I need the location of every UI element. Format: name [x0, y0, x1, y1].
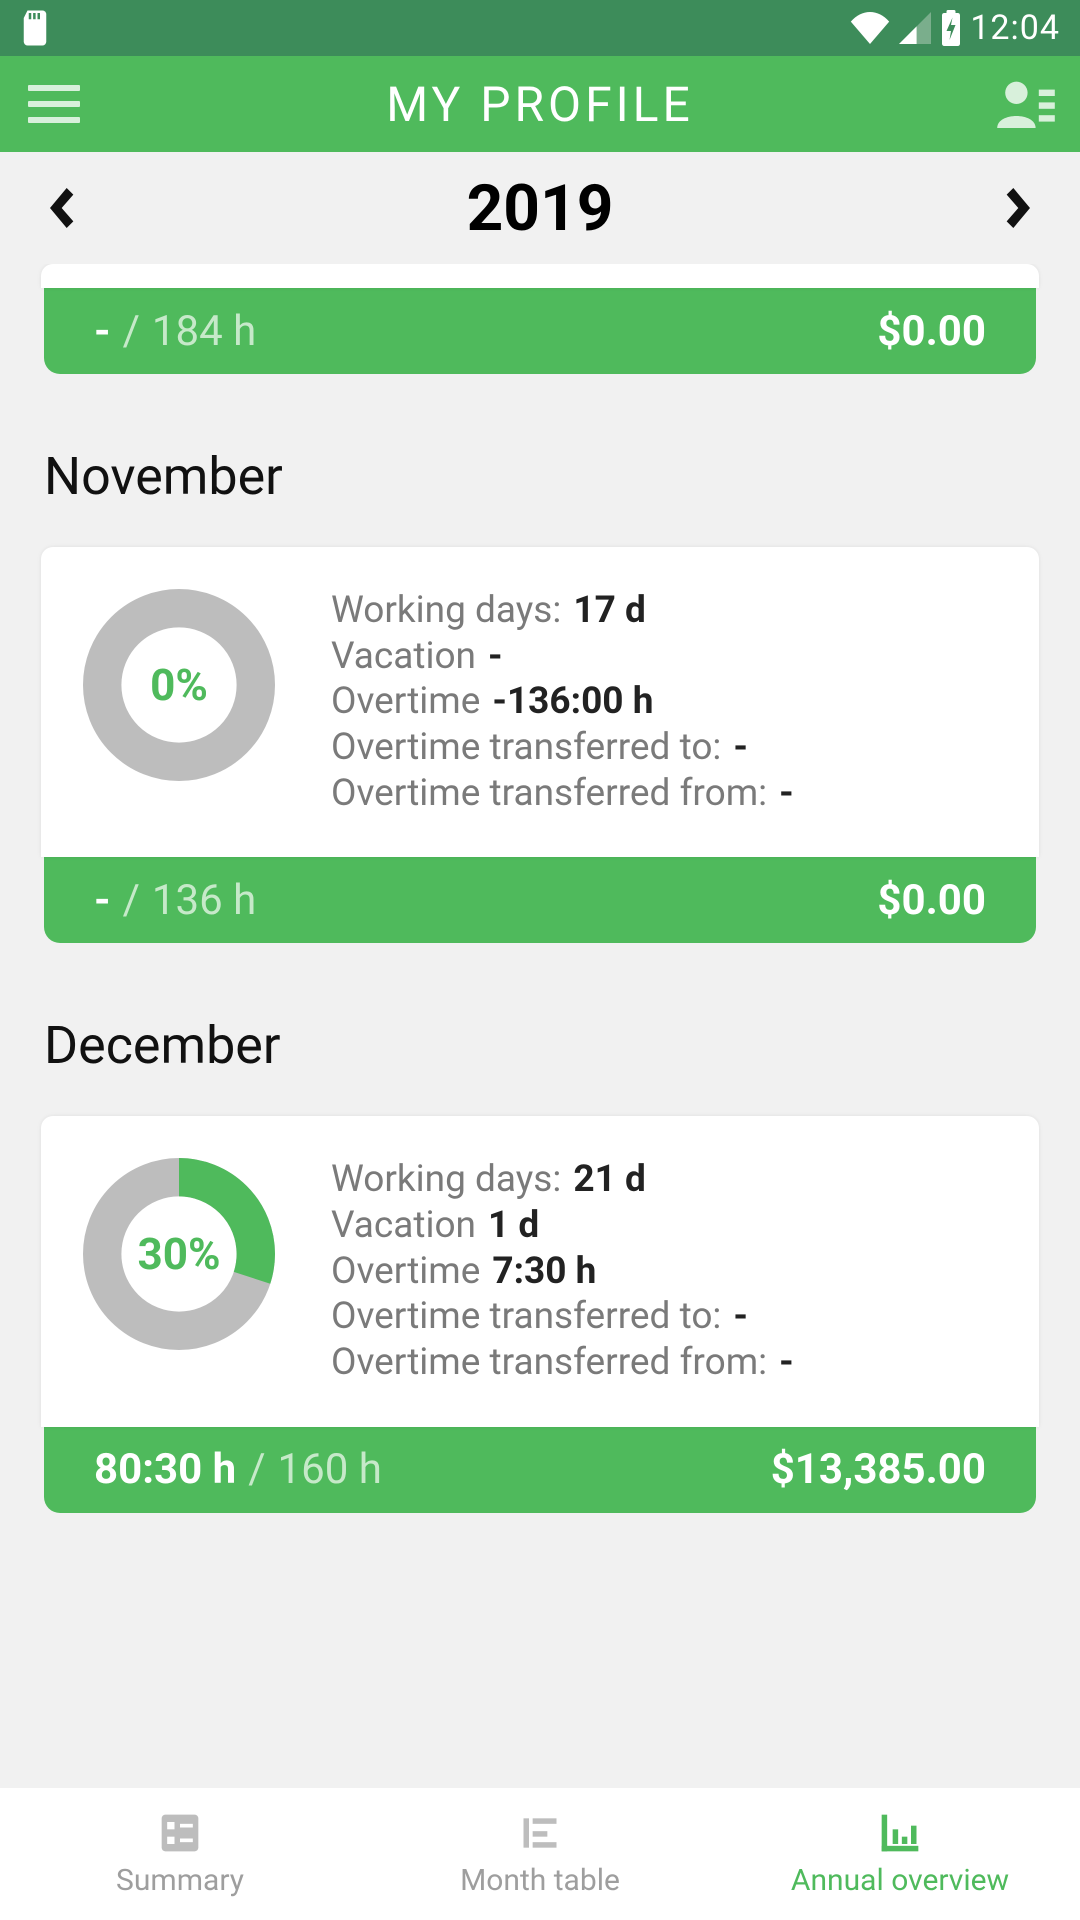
wifi-icon [850, 12, 890, 44]
target-hours: 136 h [152, 876, 256, 925]
prev-year-button[interactable] [40, 188, 80, 228]
year-label: 2019 [467, 171, 614, 246]
next-year-button[interactable] [1000, 188, 1040, 228]
november-footer[interactable]: - / 136 h $0.00 [44, 857, 1036, 943]
status-left [20, 10, 50, 46]
stat-working-days: Working days: 21 d [331, 1158, 995, 1202]
summary-icon [158, 1811, 202, 1855]
stat-overtime-to: Overtime transferred to: - [331, 726, 995, 770]
month-card-december[interactable]: 30% Working days: 21 d Vacation 1 d Over… [41, 1116, 1039, 1426]
actual-hours: - [94, 876, 111, 925]
tab-month-table[interactable]: Month table [360, 1788, 720, 1920]
december-percent: 30% [137, 1228, 220, 1280]
footer-amount: $13,385.00 [771, 1445, 986, 1494]
status-bar: 12:04 [0, 0, 1080, 56]
cellular-signal-icon [898, 12, 932, 44]
footer-hours: - / 136 h [94, 876, 256, 925]
tab-month-table-label: Month table [460, 1863, 620, 1898]
december-stats: Working days: 21 d Vacation 1 d Overtime… [331, 1158, 995, 1384]
stat-overtime-to: Overtime transferred to: - [331, 1295, 995, 1339]
footer-amount: $0.00 [877, 876, 986, 925]
hamburger-icon [28, 85, 80, 123]
status-right: 12:04 [850, 8, 1060, 48]
november-stats: Working days: 17 d Vacation - Overtime -… [331, 589, 995, 815]
actual-hours: - [94, 307, 111, 356]
target-hours: 160 h [278, 1445, 382, 1494]
stat-overtime-from: Overtime transferred from: - [331, 1341, 995, 1385]
month-card-november[interactable]: 0% Working days: 17 d Vacation - Overtim… [41, 547, 1039, 857]
november-percent: 0% [150, 659, 208, 711]
bottom-tab-bar: Summary Month table Annual overview [0, 1788, 1080, 1920]
tab-annual-overview[interactable]: Annual overview [720, 1788, 1080, 1920]
stat-overtime-from: Overtime transferred from: - [331, 772, 995, 816]
menu-button[interactable] [24, 74, 84, 134]
sd-card-icon [20, 10, 50, 46]
previous-month-card-partial [41, 264, 1039, 288]
target-hours: 184 h [152, 307, 256, 356]
months-scroll-area[interactable]: - / 184 h $0.00 November 0% Working days… [0, 264, 1080, 1788]
profile-button[interactable] [996, 74, 1056, 134]
december-donut: 30% [83, 1158, 275, 1350]
hours-sep: / [248, 1445, 265, 1494]
person-list-icon [997, 80, 1055, 128]
stat-working-days: Working days: 17 d [331, 589, 995, 633]
tab-summary-label: Summary [116, 1863, 244, 1898]
month-title-december: December [44, 1015, 1036, 1076]
year-navigation: 2019 [0, 152, 1080, 264]
footer-hours: 80:30 h / 160 h [94, 1445, 382, 1494]
table-icon [518, 1811, 562, 1855]
tab-annual-overview-label: Annual overview [791, 1863, 1009, 1898]
stat-vacation: Vacation - [331, 635, 995, 679]
month-title-november: November [44, 446, 1036, 507]
footer-hours: - / 184 h [94, 307, 256, 356]
actual-hours: 80:30 h [94, 1445, 236, 1494]
stat-vacation: Vacation 1 d [331, 1204, 995, 1248]
december-footer[interactable]: 80:30 h / 160 h $13,385.00 [44, 1427, 1036, 1513]
tab-summary[interactable]: Summary [0, 1788, 360, 1920]
stat-overtime: Overtime -136:00 h [331, 680, 995, 724]
bar-chart-icon [878, 1811, 922, 1855]
previous-month-footer[interactable]: - / 184 h $0.00 [44, 288, 1036, 374]
hours-sep: / [123, 876, 140, 925]
stat-overtime: Overtime 7:30 h [331, 1250, 995, 1294]
hours-sep: / [123, 307, 140, 356]
battery-charging-icon [940, 10, 962, 46]
page-title: MY PROFILE [386, 76, 694, 133]
status-time: 12:04 [970, 8, 1060, 48]
footer-amount: $0.00 [877, 307, 986, 356]
app-bar: MY PROFILE [0, 56, 1080, 152]
november-donut: 0% [83, 589, 275, 781]
